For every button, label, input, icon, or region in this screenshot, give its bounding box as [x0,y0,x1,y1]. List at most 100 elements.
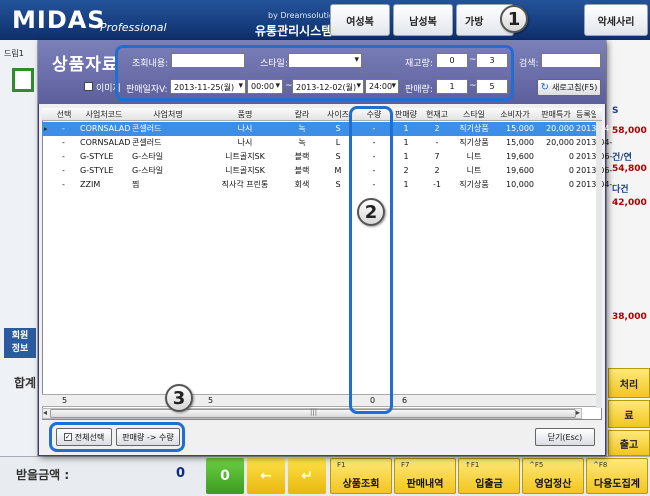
category-women-button[interactable]: 여성복 [330,4,390,36]
table-cell: 직기상품 [459,180,489,189]
table-cell: G-STYLE [80,152,114,161]
annotation-highlight-1 [115,45,514,101]
process-button[interactable]: 처리 [608,368,650,398]
table-cell: 10,000 [506,180,534,189]
table-cell: 20,000 [546,124,574,133]
column-header[interactable]: 사업처코드 [78,109,130,121]
fkey-label: 영업정산 [534,479,572,490]
table-cell: 니트 [466,152,482,161]
right-value: 54,800 [612,164,647,174]
table-cell: 1 [403,152,409,161]
table-cell: 직기상품 [459,124,489,133]
table-cell: CORNSALAD [80,138,131,147]
backspace-key-button[interactable]: ← [247,458,285,494]
member-info-tab[interactable]: 회원 정보 [4,328,36,358]
table-cell: 직기상품 [459,138,489,147]
table-cell: 19,600 [506,166,534,175]
column-header[interactable]: 선택 [50,109,78,121]
annotation-badge-1: 1 [500,5,528,33]
table-cell: CORNSALAD [80,124,131,133]
cash-inout-button[interactable]: ↑F1 입출금 [458,458,520,494]
close-button[interactable]: 닫기(Esc) [535,428,595,446]
barcode-input[interactable] [12,68,34,92]
table-cell: - [62,138,65,147]
column-header[interactable]: 판매특가 [536,109,576,121]
table-row[interactable]: - ZZIM 찜 직사각 프린통 회색 S -1 -1 직기상품 10,000 0 2013-04- [42,178,612,192]
table-cell: G-스타일 [132,166,164,175]
refresh-button[interactable]: ↻ 새로고침(F5) [537,79,601,96]
table-cell: - [62,180,65,189]
keyword-input[interactable] [541,53,601,68]
table-row[interactable]: - G-STYLE G-스타일 니트골지SK 블랙 S -1 7 니트 19,600 0 2013-0… [42,150,612,164]
scroll-grip-icon: ||| [310,408,318,416]
column-header[interactable]: 소비자가 [494,109,536,121]
left-panel [0,40,38,496]
table-row[interactable]: - CORNSALAD 콘셀러드 나시 녹 L -1- 직기상품 15,000 20,000 201… [42,136,612,150]
table-cell: 7 [434,152,440,161]
received-amount-value: 0 [176,466,186,481]
product-search-button[interactable]: F1 상품조회 [330,458,392,494]
table-cell: - [435,138,439,147]
table-cell: 2 [434,124,440,133]
fkey-label: 판매내역 [406,479,444,490]
table-cell: 녹 [298,124,306,133]
sum-label: 합계 [14,376,37,390]
table-row[interactable]: - CORNSALAD 콘셀러드 나시 녹 S -1 2 직기상품 15,000 20,000 201… [42,122,612,136]
vertical-scrollbar[interactable] [596,121,602,408]
company-label: by Dreamsolution [268,11,339,20]
table-cell: 블랙 [294,166,310,175]
sales-history-button[interactable]: F7 판매내역 [394,458,456,494]
right-value: 42,000 [612,198,647,208]
category-men-button[interactable]: 남성복 [393,4,453,36]
annotation-badge-3: 3 [165,384,193,412]
table-cell: 15,000 [506,138,534,147]
scroll-left-icon[interactable]: ◂ [43,408,47,417]
release-button[interactable]: 출고 [608,430,650,456]
right-label: S [612,106,619,116]
table-cell: 니트골지SK [225,152,265,161]
column-header[interactable]: 판매량 [392,109,420,121]
dialog-title: 상품자료 [52,55,119,75]
column-header[interactable]: 사업처명 [130,109,206,121]
table-cell: 블랙 [294,152,310,161]
table-cell: 0 [568,152,574,161]
footer-row-count: 5 [62,396,68,405]
table-cell: 나시 [237,124,253,133]
table-cell: 콘셀러드 [132,124,162,133]
finish-button[interactable]: 료 [608,400,650,428]
business-settlement-button[interactable]: ^F5 영업정산 [522,458,584,494]
fkey-shortcut: F7 [401,461,410,469]
table-cell: - [62,124,65,133]
app-logo: MIDAS [12,6,106,34]
fkey-shortcut: ^F8 [593,461,608,469]
column-header[interactable]: 등록일 [576,109,596,121]
table-cell: 직사각 프린통 [221,180,269,189]
category-accessory-button[interactable]: 악세사리 [584,4,648,36]
zero-key-button[interactable]: 0 [206,458,244,494]
table-cell: ZZIM [80,180,101,189]
multi-summary-button[interactable]: ^F8 다용도집계 [586,458,648,494]
table-cell: 콘셀러드 [132,138,162,147]
column-header[interactable]: 칼라 [284,109,320,121]
received-amount-label: 받을금액 : [16,468,70,482]
table-cell: 20,000 [546,138,574,147]
left-panel-label: 드림1 [4,49,24,58]
table-cell: 1 [403,138,409,147]
annotation-highlight-3 [49,422,185,452]
table-row[interactable]: - G-STYLE G-스타일 니트골지SK 블랙 M -2 2 니트 19,600 0 2013-0… [42,164,612,178]
image-checkbox[interactable] [84,82,93,91]
table-cell: 찜 [132,180,140,189]
scroll-right-icon[interactable]: ▸ [576,408,580,417]
current-row-icon: ▸ [44,125,48,133]
column-header[interactable]: 현재고 [420,109,454,121]
table-cell: 나시 [237,138,253,147]
member-info-label: 회원 정보 [11,331,29,354]
table-cell: -1 [433,180,441,189]
app-logo-sub: Professional [100,21,167,34]
column-header[interactable]: 스타일 [454,109,494,121]
column-header[interactable]: 품명 [206,109,284,121]
refresh-icon: ↻ [540,82,549,93]
enter-key-button[interactable]: ↵ [288,458,326,494]
table-cell: 2 [403,166,409,175]
table-cell: 니트 [466,166,482,175]
